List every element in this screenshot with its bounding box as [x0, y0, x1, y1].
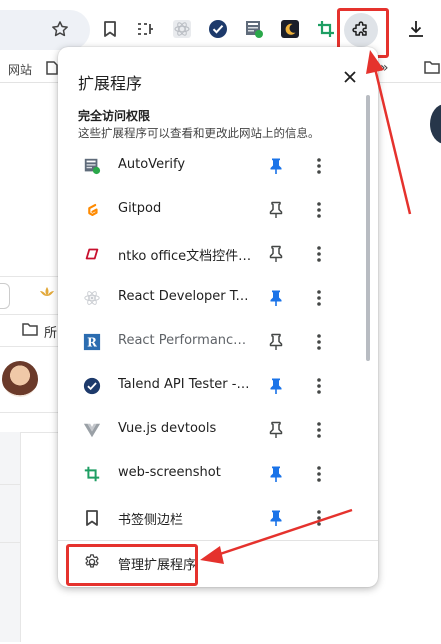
arrow-to-extensions-button	[366, 50, 412, 215]
arrow-to-manage	[200, 508, 353, 564]
annotation-arrows	[200, 50, 412, 564]
